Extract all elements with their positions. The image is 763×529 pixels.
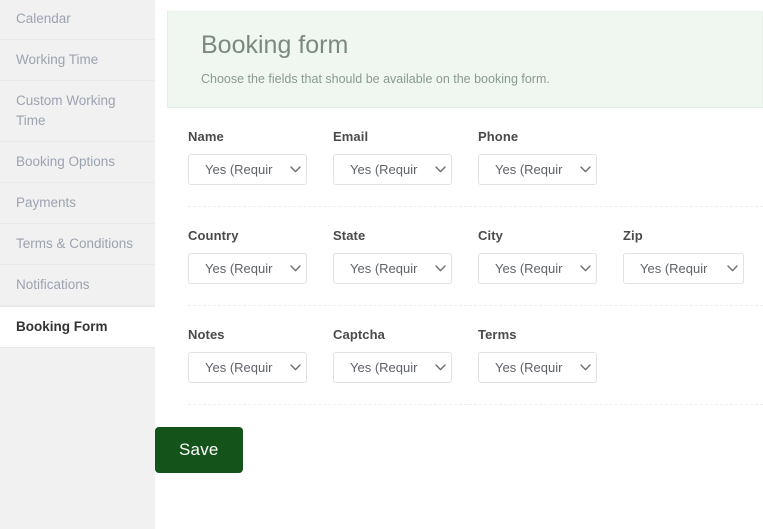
- select-value-zip: Yes (Requir: [640, 261, 708, 276]
- field-label-email: Email: [333, 129, 369, 144]
- chevron-down-icon: [429, 353, 451, 382]
- select-city[interactable]: Yes (Requir: [478, 253, 597, 284]
- chevron-down-icon: [721, 254, 743, 283]
- content-wrapper: Booking form Choose the fields that shou…: [155, 0, 763, 473]
- select-zip[interactable]: Yes (Requir: [623, 253, 744, 284]
- chevron-down-icon: [574, 254, 596, 283]
- page-subtitle: Choose the fields that should be availab…: [201, 72, 550, 86]
- page-header-banner: Booking form Choose the fields that shou…: [167, 11, 763, 108]
- select-value-state: Yes (Requir: [350, 261, 418, 276]
- chevron-down-icon: [284, 353, 306, 382]
- form-actions: Save: [155, 405, 763, 473]
- select-value-phone: Yes (Requir: [495, 162, 563, 177]
- select-notes[interactable]: Yes (Requir: [188, 352, 307, 383]
- field-terms: Terms Yes (Requir: [478, 327, 597, 383]
- select-value-email: Yes (Requir: [350, 162, 418, 177]
- sidebar-nav-list: Calendar Working Time Custom Working Time B…: [0, 0, 155, 348]
- field-captcha: Captcha Yes (Requir: [333, 327, 452, 383]
- sidebar-item-label: Working Time: [16, 52, 99, 67]
- chevron-down-icon: [284, 155, 306, 184]
- field-label-country: Country: [188, 228, 239, 243]
- select-value-notes: Yes (Requir: [205, 360, 273, 375]
- sidebar-item-label: Booking Options: [16, 154, 116, 169]
- field-label-zip: Zip: [623, 228, 643, 243]
- select-value-captcha: Yes (Requir: [350, 360, 418, 375]
- chevron-down-icon: [429, 155, 451, 184]
- sidebar-item-booking-options[interactable]: Booking Options: [0, 142, 155, 183]
- settings-page: Calendar Working Time Custom Working Time B…: [0, 0, 763, 529]
- select-captcha[interactable]: Yes (Requir: [333, 352, 452, 383]
- field-city: City Yes (Requir: [478, 228, 597, 284]
- field-notes: Notes Yes (Requir: [188, 327, 307, 383]
- field-label-terms: Terms: [478, 327, 517, 342]
- field-label-name: Name: [188, 129, 224, 144]
- page-title: Booking form: [201, 31, 349, 59]
- sidebar-item-label: Custom Working Time: [16, 93, 116, 128]
- select-phone[interactable]: Yes (Requir: [478, 154, 597, 185]
- sidebar-item-calendar[interactable]: Calendar: [0, 0, 155, 40]
- sidebar-item-label: Notifications: [16, 277, 90, 292]
- field-label-notes: Notes: [188, 327, 225, 342]
- sidebar-item-booking-form[interactable]: Booking Form: [0, 306, 155, 348]
- select-country[interactable]: Yes (Requir: [188, 253, 307, 284]
- field-label-phone: Phone: [478, 129, 519, 144]
- select-value-country: Yes (Requir: [205, 261, 273, 276]
- booking-form-fields: Name Yes (Requir Email Yes (Requir Phone Yes …: [155, 108, 763, 405]
- sidebar-item-label: Booking Form: [16, 319, 108, 334]
- sidebar-item-custom-working-time[interactable]: Custom Working Time: [0, 81, 155, 142]
- sidebar-item-notifications[interactable]: Notifications: [0, 265, 155, 306]
- chevron-down-icon: [429, 254, 451, 283]
- sidebar-item-label: Calendar: [16, 11, 71, 26]
- sidebar-item-label: Payments: [16, 195, 77, 210]
- chevron-down-icon: [574, 155, 596, 184]
- field-label-city: City: [478, 228, 503, 243]
- field-row: Country Yes (Requir State Yes (Requir City Ye…: [188, 207, 763, 306]
- select-value-name: Yes (Requir: [205, 162, 273, 177]
- sidebar-item-payments[interactable]: Payments: [0, 183, 155, 224]
- main-content: Booking form Choose the fields that shou…: [155, 0, 763, 529]
- field-row: Notes Yes (Requir Captcha Yes (Requir Terms Y…: [188, 306, 763, 405]
- field-zip: Zip Yes (Requir: [623, 228, 744, 284]
- select-value-city: Yes (Requir: [495, 261, 563, 276]
- chevron-down-icon: [284, 254, 306, 283]
- field-label-state: State: [333, 228, 366, 243]
- field-email: Email Yes (Requir: [333, 129, 452, 185]
- chevron-down-icon: [574, 353, 596, 382]
- settings-sidebar: Calendar Working Time Custom Working Time B…: [0, 0, 155, 529]
- select-terms[interactable]: Yes (Requir: [478, 352, 597, 383]
- sidebar-item-terms-conditions[interactable]: Terms & Conditions: [0, 224, 155, 265]
- sidebar-item-working-time[interactable]: Working Time: [0, 40, 155, 81]
- field-phone: Phone Yes (Requir: [478, 129, 597, 185]
- select-value-terms: Yes (Requir: [495, 360, 563, 375]
- select-state[interactable]: Yes (Requir: [333, 253, 452, 284]
- save-button[interactable]: Save: [155, 427, 243, 473]
- select-email[interactable]: Yes (Requir: [333, 154, 452, 185]
- field-row: Name Yes (Requir Email Yes (Requir Phone Yes …: [188, 108, 763, 207]
- sidebar-item-label: Terms & Conditions: [16, 236, 134, 251]
- field-name: Name Yes (Requir: [188, 129, 307, 185]
- select-name[interactable]: Yes (Requir: [188, 154, 307, 185]
- field-country: Country Yes (Requir: [188, 228, 307, 284]
- field-label-captcha: Captcha: [333, 327, 385, 342]
- field-state: State Yes (Requir: [333, 228, 452, 284]
